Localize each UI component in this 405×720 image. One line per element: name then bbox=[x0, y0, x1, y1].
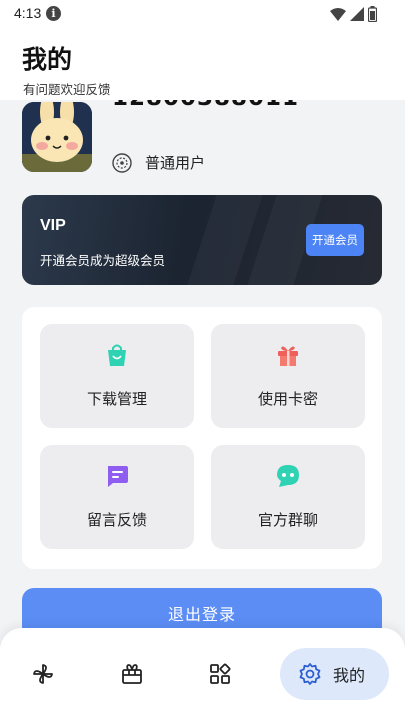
signal-icon bbox=[350, 7, 364, 21]
status-icons bbox=[330, 6, 377, 22]
info-icon: i bbox=[46, 6, 61, 21]
content-scroll-area[interactable]: 12800388011 普通用户 VIP 开通会员成为超级会员 开通会员 下载管… bbox=[0, 100, 405, 628]
logout-button[interactable]: 退出登录 bbox=[22, 588, 382, 628]
official-group-item[interactable]: 官方群聊 bbox=[211, 445, 365, 549]
message-icon bbox=[108, 466, 128, 487]
chat-icon bbox=[277, 465, 299, 487]
battery-icon bbox=[368, 6, 377, 22]
page-header: 我的 有问题欢迎反馈 bbox=[0, 28, 405, 100]
bottom-nav: 我的 bbox=[0, 628, 405, 720]
avatar[interactable] bbox=[22, 102, 92, 172]
grid-item-label: 使用卡密 bbox=[257, 390, 318, 408]
gift-icon bbox=[278, 346, 298, 366]
grid-item-label: 下载管理 bbox=[86, 390, 147, 408]
status-bar: 4:13 i bbox=[0, 0, 405, 28]
nav-item-mine[interactable]: 我的 bbox=[280, 648, 389, 700]
open-vip-button[interactable]: 开通会员 bbox=[306, 224, 364, 256]
pinwheel-icon bbox=[33, 664, 53, 684]
download-manager-item[interactable]: 下载管理 bbox=[40, 324, 194, 428]
username: 12800388011 bbox=[112, 100, 299, 110]
page-subtitle: 有问题欢迎反馈 bbox=[23, 82, 111, 97]
nav-item-gifts[interactable] bbox=[108, 650, 156, 698]
grid-item-label: 留言反馈 bbox=[86, 511, 147, 529]
grid-item-label: 官方群聊 bbox=[257, 511, 318, 529]
status-time: 4:13 bbox=[14, 5, 42, 21]
tools-grid: 下载管理 使用卡密 留言反馈 官方群聊 bbox=[22, 307, 382, 569]
settings-icon bbox=[299, 663, 321, 685]
shopping-bag-icon bbox=[108, 344, 126, 366]
badge-icon bbox=[112, 153, 132, 173]
wifi-icon bbox=[330, 7, 346, 21]
vip-title: VIP bbox=[40, 217, 66, 234]
vip-description: 开通会员成为超级会员 bbox=[40, 253, 166, 268]
gift-box-icon bbox=[122, 664, 142, 684]
avatar-image bbox=[22, 102, 92, 172]
grid-icon bbox=[210, 663, 231, 684]
user-level: 普通用户 bbox=[145, 154, 206, 172]
nav-item-label: 我的 bbox=[333, 666, 366, 685]
feedback-item[interactable]: 留言反馈 bbox=[40, 445, 194, 549]
page-title: 我的 bbox=[22, 45, 73, 74]
use-card-key-item[interactable]: 使用卡密 bbox=[211, 324, 365, 428]
nav-item-apps[interactable] bbox=[196, 650, 244, 698]
vip-card[interactable]: VIP 开通会员成为超级会员 开通会员 bbox=[22, 195, 382, 285]
nav-item-home[interactable] bbox=[19, 650, 67, 698]
